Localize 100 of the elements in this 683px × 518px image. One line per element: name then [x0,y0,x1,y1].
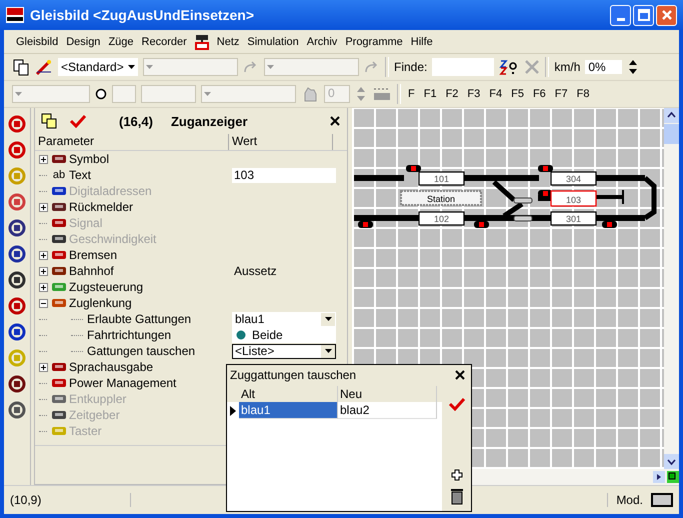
circle-icon[interactable] [95,88,107,100]
function-key[interactable]: F3 [465,88,482,100]
minimize-button[interactable] [610,4,631,26]
property-icon [51,200,67,214]
property-label[interactable]: Text [69,168,92,182]
station-label[interactable]: Station [400,190,482,206]
table-cell[interactable]: blau1 [239,402,338,419]
radio-icon[interactable] [236,330,246,340]
tool-icon[interactable] [7,270,27,290]
property-label[interactable]: Rückmelder [69,200,134,214]
expand-toggle[interactable] [39,282,49,292]
vertical-scrollbar[interactable] [664,108,679,469]
status-mode: Mod. [607,493,643,507]
close-button[interactable] [656,4,677,26]
value-dropdown[interactable]: blau1 [232,312,336,326]
tool-icon[interactable] [7,114,27,134]
block-label[interactable]: 301 [550,211,597,226]
column-header[interactable]: Wert [229,134,333,150]
input-field[interactable] [112,85,136,103]
function-key[interactable]: F2 [444,88,460,100]
tool-icon[interactable] [7,244,27,264]
property-label[interactable]: Bahnhof [69,264,114,278]
plus-icon[interactable] [450,469,462,481]
expand-toggle[interactable] [39,266,49,276]
tool-icon[interactable] [7,296,27,316]
menu-item[interactable]: Programme [345,36,403,48]
maximize-button[interactable] [633,4,654,26]
expand-toggle[interactable] [39,202,49,212]
property-icon [51,248,67,262]
property-label[interactable]: Zugsteuerung [69,280,144,294]
property-label[interactable]: Bremsen [69,248,118,262]
property-label[interactable]: Zuglenkung [69,296,132,310]
property-icon [51,360,67,374]
signal-icon[interactable] [358,221,373,228]
sort-icon[interactable] [499,58,520,76]
column-header[interactable]: Parameter [35,134,229,150]
menu-item[interactable]: Simulation [247,36,299,48]
pencil-icon[interactable] [35,58,53,76]
menu-item[interactable]: Hilfe [410,36,433,48]
function-key[interactable]: F7 [552,88,570,100]
panel-title: Zuganzeiger [170,114,249,128]
block-label[interactable]: 304 [550,171,597,186]
property-icon [51,232,67,246]
input-field[interactable] [141,85,196,103]
menu-item[interactable]: Züge [108,36,134,48]
column-header[interactable]: Neu [338,386,437,402]
resize-icon[interactable] [667,471,679,483]
tool-icon[interactable] [7,400,27,420]
scroll-right-icon[interactable] [653,471,665,483]
block-label[interactable]: 103 [550,190,597,207]
menu-item[interactable]: Gleisbild [16,36,58,48]
close-icon[interactable] [455,370,465,380]
signal-icon[interactable] [406,165,421,172]
value-dropdown[interactable]: <Liste> [232,344,336,358]
expand-toggle[interactable] [39,362,49,372]
block-label[interactable]: 102 [418,211,465,226]
function-key[interactable]: F8 [574,88,592,100]
function-key[interactable]: F5 [509,88,526,100]
signal-icon[interactable] [538,165,553,172]
scroll-down-icon[interactable] [664,454,679,469]
signal-icon[interactable] [474,221,489,228]
checkmark-icon[interactable] [69,114,87,128]
property-label[interactable]: Sprachausgabe [69,360,154,374]
grid-icon[interactable] [41,113,57,129]
menu-item[interactable]: Design [66,36,100,48]
expand-toggle[interactable] [39,154,49,164]
copy-icon[interactable] [12,58,30,76]
menu-item[interactable]: Netz [216,36,240,48]
tool-icon[interactable] [7,322,27,342]
caret-icon [324,348,332,352]
checkmark-icon[interactable] [448,397,466,411]
property-label[interactable]: Fahrtrichtungen [87,328,172,342]
menu-item[interactable]: Archiv [306,36,338,48]
property-value: Aussetz [233,264,277,278]
signal-icon[interactable] [602,221,617,228]
expand-toggle[interactable] [39,298,49,308]
menu-item[interactable]: Recorder [142,36,187,48]
find-field[interactable] [432,58,494,76]
signal-tower-icon[interactable] [194,34,209,50]
property-label[interactable]: Erlaubte Gattungen [87,312,192,326]
trash-icon[interactable] [450,487,464,505]
property-label[interactable]: Symbol [69,152,110,166]
block-label[interactable]: 101 [418,171,465,186]
tool-icon[interactable] [7,218,27,238]
scroll-up-icon[interactable] [664,108,679,123]
tool-icon[interactable] [7,374,27,394]
expand-toggle[interactable] [39,250,49,260]
tool-icon[interactable] [7,140,27,160]
style-dropdown[interactable]: <Standard> [58,58,138,76]
property-icon [51,184,67,198]
table-cell[interactable]: blau2 [338,402,437,419]
function-key[interactable]: F1 [422,88,439,100]
function-key[interactable]: F4 [487,88,504,100]
close-icon[interactable] [329,115,341,127]
function-key[interactable]: F6 [530,88,548,100]
property-label[interactable]: Power Management [69,376,176,390]
value-field[interactable]: 103 [232,168,336,182]
property-label[interactable]: Gattungen tauschen [87,344,196,358]
function-key[interactable]: F [406,88,417,100]
scroll-thumb[interactable] [664,124,679,144]
